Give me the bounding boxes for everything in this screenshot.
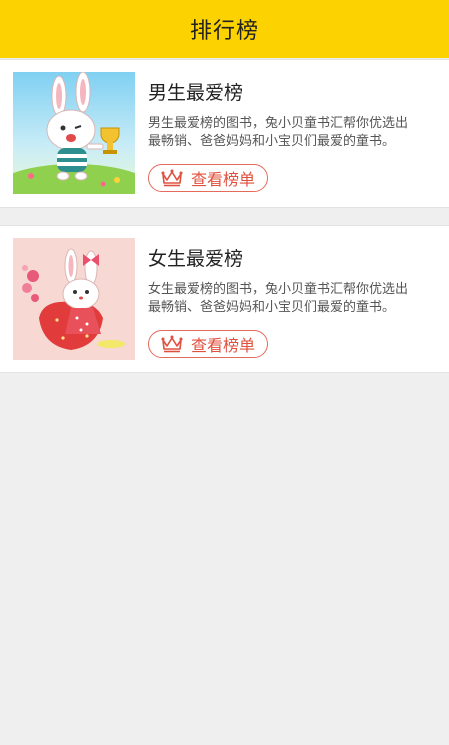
view-list-label: 查看榜单 xyxy=(190,336,255,355)
view-list-label: 查看榜单 xyxy=(190,170,255,189)
list-title: 男生最爱榜 xyxy=(148,82,244,104)
app-header: 排行榜 xyxy=(0,0,449,58)
bunny-strawberry-image xyxy=(13,238,135,360)
list-description: 男生最爱榜的图书，兔小贝童书汇帮你优选出 最畅销、爸爸妈妈和小宝贝们最爱的童书。 xyxy=(148,115,448,151)
view-list-button[interactable]: 查看榜单 xyxy=(148,330,268,358)
ranking-card-girls[interactable]: 女生最爱榜 女生最爱榜的图书，兔小贝童书汇帮你优选出 最畅销、爸爸妈妈和小宝贝们… xyxy=(0,225,449,373)
description-line: 女生最爱榜的图书，兔小贝童书汇帮你优选出 xyxy=(148,282,409,297)
bunny-trophy-image xyxy=(13,72,135,194)
description-line: 最畅销、爸爸妈妈和小宝贝们最爱的童书。 xyxy=(148,300,396,315)
crown-icon xyxy=(161,169,183,187)
view-list-button[interactable]: 查看榜单 xyxy=(148,164,268,192)
list-description: 女生最爱榜的图书，兔小贝童书汇帮你优选出 最畅销、爸爸妈妈和小宝贝们最爱的童书。 xyxy=(148,281,448,317)
list-title: 女生最爱榜 xyxy=(148,248,244,270)
page-title: 排行榜 xyxy=(189,19,259,44)
description-line: 最畅销、爸爸妈妈和小宝贝们最爱的童书。 xyxy=(148,134,396,149)
crown-icon xyxy=(161,335,183,353)
description-line: 男生最爱榜的图书，兔小贝童书汇帮你优选出 xyxy=(148,116,409,131)
ranking-card-boys[interactable]: 男生最爱榜 男生最爱榜的图书，兔小贝童书汇帮你优选出 最畅销、爸爸妈妈和小宝贝们… xyxy=(0,59,449,208)
